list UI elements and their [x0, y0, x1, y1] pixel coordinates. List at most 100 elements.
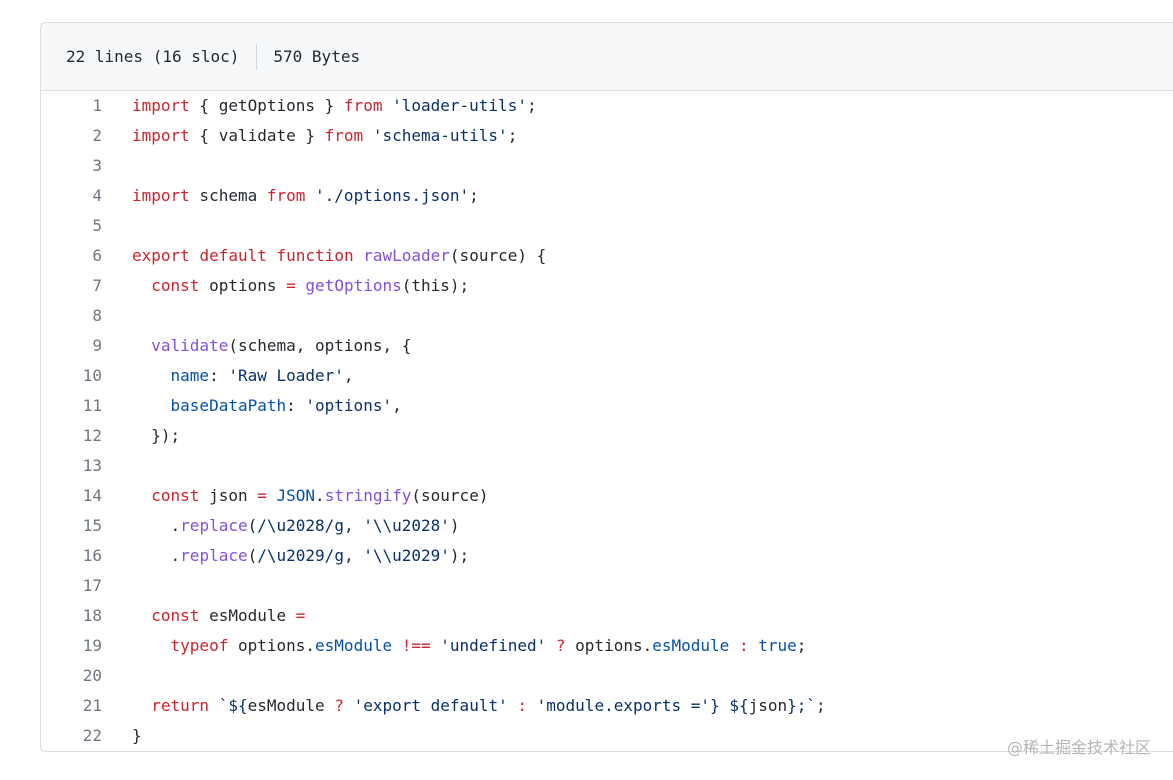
line-number[interactable]: 16	[41, 541, 102, 571]
code-line: 21 return `${esModule ? 'export default'…	[41, 691, 1173, 721]
code-token: ,	[343, 366, 354, 385]
code-token: '\\u2028'	[363, 516, 450, 535]
line-number[interactable]: 10	[41, 361, 102, 391]
file-viewer: 22 lines (16 sloc) 570 Bytes 1 import { g…	[40, 22, 1173, 752]
code-token: esModule	[247, 696, 335, 715]
line-number[interactable]: 2	[41, 121, 102, 151]
code-token: .	[315, 486, 325, 505]
code-token: default	[199, 246, 267, 265]
line-number[interactable]: 17	[41, 571, 102, 601]
code-token: rawLoader	[363, 246, 450, 265]
code-line: 19 typeof options.esModule !== 'undefine…	[41, 631, 1173, 661]
line-number[interactable]: 14	[41, 481, 102, 511]
line-number[interactable]: 1	[41, 91, 102, 121]
code-line: 12 });	[41, 421, 1173, 451]
code-token: const	[151, 606, 200, 625]
line-number[interactable]: 6	[41, 241, 102, 271]
code-token: (source) {	[449, 246, 547, 265]
code-token: { getOptions }	[189, 96, 344, 115]
line-number[interactable]: 8	[41, 301, 102, 331]
code-token: baseDataPath	[170, 396, 287, 415]
code-token: );	[449, 546, 470, 565]
line-number[interactable]: 9	[41, 331, 102, 361]
code-content: });	[132, 421, 180, 451]
line-number[interactable]: 13	[41, 451, 102, 481]
line-number[interactable]: 12	[41, 421, 102, 451]
code-line: 16 .replace(/\u2029/g, '\\u2029');	[41, 541, 1173, 571]
code-token: esModule	[199, 606, 296, 625]
code-token: :	[286, 396, 306, 415]
code-content: import schema from './options.json';	[132, 181, 479, 211]
code-token: =	[286, 276, 296, 295]
code-token: :	[517, 696, 527, 715]
code-line: 7 const options = getOptions(this);	[41, 271, 1173, 301]
code-token: :	[738, 636, 749, 655]
line-number[interactable]: 18	[41, 601, 102, 631]
line-number[interactable]: 20	[41, 661, 102, 691]
line-number[interactable]: 5	[41, 211, 102, 241]
code-line: 13	[41, 451, 1173, 481]
code-token: :	[209, 366, 229, 385]
code-token: 'Raw Loader'	[228, 366, 344, 385]
code-token: }	[132, 726, 142, 745]
code-line: 5	[41, 211, 1173, 241]
code-content: typeof options.esModule !== 'undefined' …	[132, 631, 807, 661]
code-token: './options.json'	[315, 186, 470, 205]
code-token: 'schema-utils'	[372, 126, 508, 145]
code-token: name	[170, 366, 210, 385]
line-number[interactable]: 7	[41, 271, 102, 301]
line-number[interactable]: 22	[41, 721, 102, 751]
code-table: 1 import { getOptions } from 'loader-util…	[41, 91, 1173, 751]
code-token: validate	[151, 336, 229, 355]
line-number[interactable]: 3	[41, 151, 102, 181]
code-token: '\\u2029'	[363, 546, 450, 565]
code-token: { validate }	[189, 126, 325, 145]
code-line: 17	[41, 571, 1173, 601]
code-token: 'loader-utils'	[392, 96, 527, 115]
code-token: ?	[555, 636, 566, 655]
code-token: from	[343, 96, 383, 115]
code-token: import	[132, 96, 190, 115]
code-token: (	[247, 516, 258, 535]
code-token: ?	[334, 696, 344, 715]
code-token: 'module.exports ='	[536, 696, 711, 715]
code-token: ;	[526, 96, 537, 115]
code-token: !==	[401, 636, 431, 655]
line-number[interactable]: 4	[41, 181, 102, 211]
code-content: .replace(/\u2028/g, '\\u2028')	[132, 511, 460, 541]
code-line: 8	[41, 301, 1173, 331]
code-token: const	[151, 486, 200, 505]
code-token: =	[257, 486, 267, 505]
line-number[interactable]: 15	[41, 511, 102, 541]
code-line: 20	[41, 661, 1173, 691]
code-token: /\u2028/g	[257, 516, 344, 535]
line-number[interactable]: 21	[41, 691, 102, 721]
code-line: 11 baseDataPath: 'options',	[41, 391, 1173, 421]
code-token: (schema, options, {	[228, 336, 412, 355]
code-token: 'undefined'	[440, 636, 547, 655]
code-token: });	[132, 426, 181, 445]
code-line: 10 name: 'Raw Loader',	[41, 361, 1173, 391]
code-content: import { validate } from 'schema-utils';	[132, 121, 517, 151]
code-token: return	[151, 696, 210, 715]
code-token: replace	[180, 516, 248, 535]
code-token: options	[199, 276, 287, 295]
line-number[interactable]: 19	[41, 631, 102, 661]
file-size: 570 Bytes	[273, 47, 361, 66]
code-token: .	[132, 546, 181, 565]
line-number[interactable]: 11	[41, 391, 102, 421]
code-line: 6 export default function rawLoader(sourc…	[41, 241, 1173, 271]
